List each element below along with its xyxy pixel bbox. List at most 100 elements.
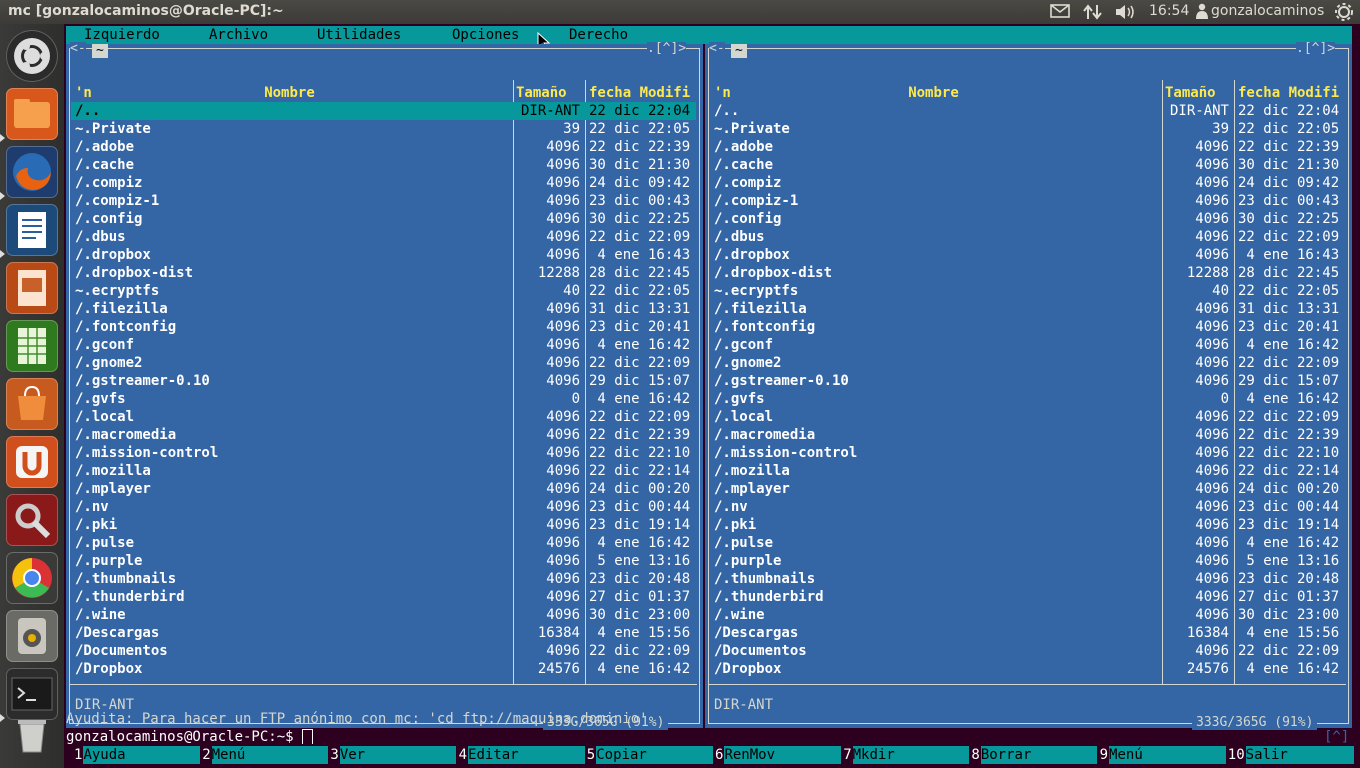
impress-icon[interactable] bbox=[6, 262, 58, 314]
terminal-window[interactable]: Izquierdo Archivo Utilidades Opciones De… bbox=[66, 24, 1354, 764]
file-row[interactable]: /.pulse 4096 4 ene 16:42 bbox=[710, 534, 1345, 552]
file-row[interactable]: /Descargas 16384 4 ene 15:56 bbox=[71, 624, 696, 642]
file-row[interactable]: /Documentos 4096 22 dic 22:09 bbox=[710, 642, 1345, 660]
file-row[interactable]: /.gconf 4096 4 ene 16:42 bbox=[71, 336, 696, 354]
clock[interactable]: 16:54 bbox=[1149, 3, 1189, 19]
file-row[interactable]: /.gnome2 4096 22 dic 22:09 bbox=[71, 354, 696, 372]
col-header-name[interactable]: Nombre bbox=[705, 84, 1162, 102]
file-row[interactable]: /Descargas 16384 4 ene 15:56 bbox=[710, 624, 1345, 642]
file-row[interactable]: /.cache 4096 30 dic 21:30 bbox=[71, 156, 696, 174]
menu-derecho[interactable]: Derecho bbox=[569, 26, 628, 44]
menu-opciones[interactable]: Opciones bbox=[452, 26, 519, 44]
file-row[interactable]: /.mozilla 4096 22 dic 22:14 bbox=[71, 462, 696, 480]
fkey-9[interactable]: 9 Menú bbox=[1099, 746, 1226, 764]
volume-icon[interactable] bbox=[1114, 3, 1138, 25]
file-row[interactable]: /.compiz-1 4096 23 dic 00:43 bbox=[710, 192, 1345, 210]
ubuntu-dash-icon[interactable] bbox=[6, 30, 58, 82]
file-row[interactable]: /.adobe 4096 22 dic 22:39 bbox=[710, 138, 1345, 156]
file-row[interactable]: /.nv 4096 23 dic 00:44 bbox=[710, 498, 1345, 516]
trash-icon[interactable] bbox=[6, 708, 58, 760]
file-row[interactable]: /.compiz 4096 24 dic 09:42 bbox=[71, 174, 696, 192]
col-header-size[interactable]: Tamaño bbox=[1165, 84, 1216, 102]
file-row[interactable]: /.dropbox 4096 4 ene 16:43 bbox=[710, 246, 1345, 264]
right-panel[interactable]: <- ~ .[^]>'n Nombre Tamaño fecha Modifi/.. DIR… bbox=[705, 42, 1352, 730]
fkey-8[interactable]: 8 Borrar bbox=[971, 746, 1098, 764]
files-icon[interactable] bbox=[6, 88, 58, 140]
file-row[interactable]: /.filezilla 4096 31 dic 13:31 bbox=[71, 300, 696, 318]
user-icon[interactable] bbox=[1196, 3, 1208, 23]
file-row[interactable]: /.mission-control 4096 22 dic 22:10 bbox=[71, 444, 696, 462]
file-row[interactable]: /.thumbnails 4096 23 dic 20:48 bbox=[710, 570, 1345, 588]
file-row[interactable]: /.dropbox-dist 12288 28 dic 22:45 bbox=[710, 264, 1345, 282]
col-header-name[interactable]: Nombre bbox=[66, 84, 513, 102]
menu-archivo[interactable]: Archivo bbox=[209, 26, 268, 44]
software-center-icon[interactable] bbox=[6, 378, 58, 430]
file-row[interactable]: /.mplayer 4096 24 dic 00:20 bbox=[710, 480, 1345, 498]
calc-icon[interactable] bbox=[6, 320, 58, 372]
file-row[interactable]: ~.Private 39 22 dic 22:05 bbox=[71, 120, 696, 138]
file-row[interactable]: /.dbus 4096 22 dic 22:09 bbox=[710, 228, 1345, 246]
fkey-3[interactable]: 3 Ver bbox=[330, 746, 457, 764]
file-row[interactable]: /.thunderbird 4096 27 dic 01:37 bbox=[710, 588, 1345, 606]
system-settings-icon[interactable] bbox=[6, 494, 58, 546]
file-row[interactable]: /.purple 4096 5 ene 13:16 bbox=[71, 552, 696, 570]
file-row[interactable]: /.compiz 4096 24 dic 09:42 bbox=[710, 174, 1345, 192]
file-row[interactable]: /.mission-control 4096 22 dic 22:10 bbox=[710, 444, 1345, 462]
fkey-2[interactable]: 2 Menú bbox=[202, 746, 329, 764]
ubuntu-one-icon[interactable] bbox=[6, 436, 58, 488]
file-row[interactable]: /.dropbox-dist 12288 28 dic 22:45 bbox=[71, 264, 696, 282]
file-row[interactable]: /.pulse 4096 4 ene 16:42 bbox=[71, 534, 696, 552]
file-row[interactable]: /.purple 4096 5 ene 13:16 bbox=[710, 552, 1345, 570]
file-row[interactable]: /.wine 4096 30 dic 23:00 bbox=[710, 606, 1345, 624]
file-row[interactable]: /.pki 4096 23 dic 19:14 bbox=[710, 516, 1345, 534]
file-row[interactable]: /.. DIR-ANT 22 dic 22:04 bbox=[710, 102, 1345, 120]
file-row[interactable]: /.gstreamer-0.10 4096 29 dic 15:07 bbox=[710, 372, 1345, 390]
file-row[interactable]: /.config 4096 30 dic 22:25 bbox=[710, 210, 1345, 228]
file-row[interactable]: /.gnome2 4096 22 dic 22:09 bbox=[710, 354, 1345, 372]
file-row[interactable]: /Dropbox 24576 4 ene 16:42 bbox=[71, 660, 696, 678]
file-row[interactable]: /.compiz-1 4096 23 dic 00:43 bbox=[71, 192, 696, 210]
file-row[interactable]: /.macromedia 4096 22 dic 22:39 bbox=[710, 426, 1345, 444]
file-row[interactable]: /Documentos 4096 22 dic 22:09 bbox=[71, 642, 696, 660]
file-row[interactable]: /Dropbox 24576 4 ene 16:42 bbox=[710, 660, 1345, 678]
file-row[interactable]: ~.ecryptfs 40 22 dic 22:05 bbox=[71, 282, 696, 300]
file-row[interactable]: /.nv 4096 23 dic 00:44 bbox=[71, 498, 696, 516]
file-row[interactable]: /.gvfs 0 4 ene 16:42 bbox=[71, 390, 696, 408]
fkey-7[interactable]: 7 Mkdir bbox=[843, 746, 970, 764]
file-row[interactable]: /.macromedia 4096 22 dic 22:39 bbox=[71, 426, 696, 444]
file-row[interactable]: /.dropbox 4096 4 ene 16:43 bbox=[71, 246, 696, 264]
user-name[interactable]: gonzalocaminos bbox=[1211, 3, 1324, 19]
col-header-date[interactable]: fecha Modifi bbox=[589, 84, 690, 102]
panel-marks[interactable]: .[^]> bbox=[1296, 42, 1336, 56]
chrome-icon[interactable] bbox=[6, 552, 58, 604]
sound-icon[interactable] bbox=[6, 610, 58, 662]
file-row[interactable]: /.adobe 4096 22 dic 22:39 bbox=[71, 138, 696, 156]
file-row[interactable]: /.. DIR-ANT 22 dic 22:04 bbox=[71, 102, 696, 120]
network-icon[interactable] bbox=[1082, 3, 1104, 25]
file-row[interactable]: /.filezilla 4096 31 dic 13:31 bbox=[710, 300, 1345, 318]
file-row[interactable]: /.mozilla 4096 22 dic 22:14 bbox=[710, 462, 1345, 480]
file-row[interactable]: /.wine 4096 30 dic 23:00 bbox=[71, 606, 696, 624]
menu-izquierdo[interactable]: Izquierdo bbox=[84, 26, 160, 44]
file-row[interactable]: /.gstreamer-0.10 4096 29 dic 15:07 bbox=[71, 372, 696, 390]
firefox-icon[interactable] bbox=[6, 146, 58, 198]
mail-icon[interactable] bbox=[1050, 3, 1070, 23]
file-row[interactable]: /.config 4096 30 dic 22:25 bbox=[71, 210, 696, 228]
file-row[interactable]: /.thunderbird 4096 27 dic 01:37 bbox=[71, 588, 696, 606]
fkey-10[interactable]: 10 Salir bbox=[1227, 746, 1354, 764]
file-row[interactable]: /.fontconfig 4096 23 dic 20:41 bbox=[710, 318, 1345, 336]
file-row[interactable]: /.gvfs 0 4 ene 16:42 bbox=[710, 390, 1345, 408]
file-row[interactable]: /.mplayer 4096 24 dic 00:20 bbox=[71, 480, 696, 498]
writer-icon[interactable] bbox=[6, 204, 58, 256]
fkey-4[interactable]: 4 Editar bbox=[458, 746, 585, 764]
file-row[interactable]: /.fontconfig 4096 23 dic 20:41 bbox=[71, 318, 696, 336]
left-panel[interactable]: <- ~ .[^]>'n Nombre Tamaño fecha Modifi/.. DIR… bbox=[66, 42, 703, 730]
file-row[interactable]: /.thumbnails 4096 23 dic 20:48 bbox=[71, 570, 696, 588]
gear-icon[interactable] bbox=[1334, 3, 1354, 25]
panel-path[interactable]: ~ bbox=[731, 44, 747, 58]
file-row[interactable]: /.local 4096 22 dic 22:09 bbox=[71, 408, 696, 426]
fkey-1[interactable]: 1 Ayuda bbox=[74, 746, 200, 764]
panel-path[interactable]: ~ bbox=[92, 44, 108, 58]
fkey-5[interactable]: 5 Copiar bbox=[586, 746, 713, 764]
col-header-size[interactable]: Tamaño bbox=[516, 84, 567, 102]
